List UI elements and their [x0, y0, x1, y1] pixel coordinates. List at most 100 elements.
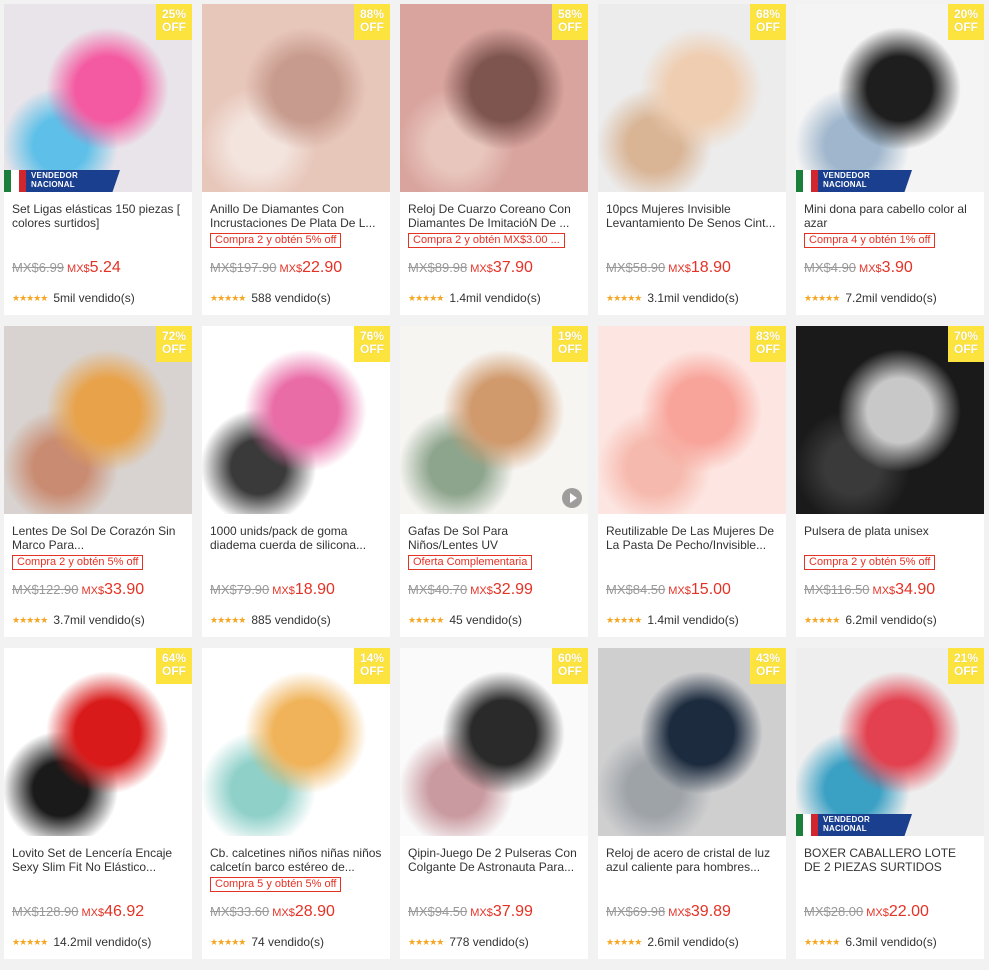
rating-row: ★★★★★ 45 vendido(s) [408, 613, 522, 627]
product-title[interactable]: BOXER CABALLERO LOTE DE 2 PIEZAS SURTIDO… [804, 846, 976, 874]
product-image[interactable]: 83% OFF [598, 326, 786, 514]
discount-badge: 72% OFF [156, 326, 192, 362]
product-title[interactable]: Reloj De Cuarzo Coreano Con Diamantes De… [408, 202, 580, 230]
product-title[interactable]: Reloj de acero de cristal de luz azul ca… [606, 846, 778, 874]
product-card[interactable]: 20% OFF VENDEDOR NACIONAL Mini dona para… [796, 4, 984, 315]
star-rating-icon: ★★★★★ [210, 614, 246, 625]
product-card[interactable]: 14% OFF Cb. calcetines niños niñas niños… [202, 648, 390, 959]
product-image[interactable]: 14% OFF [202, 648, 390, 836]
product-image[interactable]: 58% OFF [400, 4, 588, 192]
discount-badge: 70% OFF [948, 326, 984, 362]
product-image[interactable]: 76% OFF [202, 326, 390, 514]
national-seller-badge: VENDEDOR NACIONAL [796, 814, 912, 836]
original-price: MX$4.90 [804, 260, 857, 275]
product-image[interactable]: 72% OFF [4, 326, 192, 514]
original-price: MX$33.60 [210, 904, 270, 919]
national-seller-badge: VENDEDOR NACIONAL [4, 170, 120, 192]
promo-tag[interactable]: Compra 2 y obtén 5% off [804, 555, 936, 570]
discount-off-label: OFF [756, 664, 780, 678]
product-card[interactable]: 88% OFF Anillo De Diamantes Con Incrusta… [202, 4, 390, 315]
sold-count: 3.1mil vendido(s) [647, 291, 739, 305]
promo-tag[interactable]: Compra 2 y obtén 5% off [210, 233, 342, 248]
discount-badge: 25% OFF [156, 4, 192, 40]
product-card[interactable]: 83% OFF Reutilizable De Las Mujeres De L… [598, 326, 786, 637]
promo-tag[interactable]: Oferta Complementaria [408, 555, 533, 570]
currency-label: MX$ [866, 907, 889, 919]
discount-off-label: OFF [162, 20, 186, 34]
rating-row: ★★★★★ 5mil vendido(s) [12, 291, 135, 305]
product-title[interactable]: Lentes De Sol De Corazón Sin Marco Para.… [12, 524, 184, 552]
product-title[interactable]: 10pcs Mujeres Invisible Levantamiento De… [606, 202, 778, 230]
discount-badge: 58% OFF [552, 4, 588, 40]
product-title[interactable]: Lovito Set de Lencería Encaje Sexy Slim … [12, 846, 184, 874]
currency-label: MX$ [470, 907, 493, 919]
promo-tag[interactable]: Compra 4 y obtén 1% off [804, 233, 936, 248]
rating-row: ★★★★★ 2.6mil vendido(s) [606, 935, 739, 949]
sale-price: 37.99 [492, 903, 533, 920]
product-image[interactable]: 88% OFF [202, 4, 390, 192]
product-title[interactable]: Qipin-Juego De 2 Pulseras Con Colgante D… [408, 846, 580, 874]
sale-price: 22.90 [302, 259, 343, 276]
sold-count: 588 vendido(s) [251, 291, 331, 305]
currency-label: MX$ [272, 907, 295, 919]
product-card[interactable]: 60% OFF Qipin-Juego De 2 Pulseras Con Co… [400, 648, 588, 959]
star-rating-icon: ★★★★★ [804, 614, 840, 625]
product-title[interactable]: Gafas De Sol Para Niños/Lentes UV [408, 524, 580, 552]
sale-price: 28.90 [294, 903, 335, 920]
product-card[interactable]: 76% OFF 1000 unids/pack de goma diadema … [202, 326, 390, 637]
product-card[interactable]: 64% OFF Lovito Set de Lencería Encaje Se… [4, 648, 192, 959]
price-block: MX$84.50 MX$15.00 [606, 581, 731, 599]
star-rating-icon: ★★★★★ [606, 292, 642, 303]
product-image[interactable]: 19% OFF [400, 326, 588, 514]
promo-tag[interactable]: Compra 2 y obtén MX$3.00 ... [408, 233, 565, 248]
national-seller-label: VENDEDOR NACIONAL [818, 170, 912, 192]
discount-badge: 21% OFF [948, 648, 984, 684]
product-image[interactable]: 20% OFF VENDEDOR NACIONAL [796, 4, 984, 192]
product-image[interactable]: 60% OFF [400, 648, 588, 836]
product-image[interactable]: 70% OFF [796, 326, 984, 514]
discount-off-label: OFF [558, 20, 582, 34]
product-card[interactable]: 70% OFF Pulsera de plata unisex MX$116.5… [796, 326, 984, 637]
product-image[interactable]: 68% OFF [598, 4, 786, 192]
play-video-icon[interactable] [562, 488, 582, 508]
product-title[interactable]: Reutilizable De Las Mujeres De La Pasta … [606, 524, 778, 552]
product-image[interactable]: 64% OFF [4, 648, 192, 836]
rating-row: ★★★★★ 778 vendido(s) [408, 935, 529, 949]
promo-tag[interactable]: Compra 5 y obtén 5% off [210, 877, 342, 892]
price-block: MX$89.98 MX$37.90 [408, 259, 533, 277]
product-card[interactable]: 25% OFF VENDEDOR NACIONAL Set Ligas elás… [4, 4, 192, 315]
star-rating-icon: ★★★★★ [408, 936, 444, 947]
product-title[interactable]: 1000 unids/pack de goma diadema cuerda d… [210, 524, 382, 552]
discount-badge: 76% OFF [354, 326, 390, 362]
original-price: MX$6.99 [12, 260, 65, 275]
product-card[interactable]: 21% OFF VENDEDOR NACIONAL BOXER CABALLER… [796, 648, 984, 959]
product-image[interactable]: 21% OFF VENDEDOR NACIONAL [796, 648, 984, 836]
discount-off-label: OFF [954, 664, 978, 678]
product-card[interactable]: 68% OFF 10pcs Mujeres Invisible Levantam… [598, 4, 786, 315]
currency-label: MX$ [668, 263, 691, 275]
product-card[interactable]: 43% OFF Reloj de acero de cristal de luz… [598, 648, 786, 959]
rating-row: ★★★★★ 3.1mil vendido(s) [606, 291, 739, 305]
product-title[interactable]: Cb. calcetines niños niñas niños calcetí… [210, 846, 382, 874]
product-title[interactable]: Anillo De Diamantes Con Incrustaciones D… [210, 202, 382, 230]
discount-off-label: OFF [360, 20, 384, 34]
product-title[interactable]: Pulsera de plata unisex [804, 524, 976, 552]
product-image[interactable]: 25% OFF VENDEDOR NACIONAL [4, 4, 192, 192]
rating-row: ★★★★★ 3.7mil vendido(s) [12, 613, 145, 627]
price-block: MX$79.90 MX$18.90 [210, 581, 335, 599]
mexico-flag-icon [796, 814, 818, 836]
product-title[interactable]: Set Ligas elásticas 150 piezas [ colores… [12, 202, 184, 230]
product-image[interactable]: 43% OFF [598, 648, 786, 836]
price-block: MX$128.90 MX$46.92 [12, 903, 144, 921]
star-rating-icon: ★★★★★ [12, 936, 48, 947]
product-title[interactable]: Mini dona para cabello color al azar [804, 202, 976, 230]
original-price: MX$89.98 [408, 260, 468, 275]
discount-off-label: OFF [360, 664, 384, 678]
product-card[interactable]: 72% OFF Lentes De Sol De Corazón Sin Mar… [4, 326, 192, 637]
product-card[interactable]: 58% OFF Reloj De Cuarzo Coreano Con Diam… [400, 4, 588, 315]
discount-off-label: OFF [756, 342, 780, 356]
price-block: MX$116.50 MX$34.90 [804, 581, 935, 599]
promo-tag[interactable]: Compra 2 y obtén 5% off [12, 555, 144, 570]
product-card[interactable]: 19% OFF Gafas De Sol Para Niños/Lentes U… [400, 326, 588, 637]
original-price: MX$69.98 [606, 904, 666, 919]
